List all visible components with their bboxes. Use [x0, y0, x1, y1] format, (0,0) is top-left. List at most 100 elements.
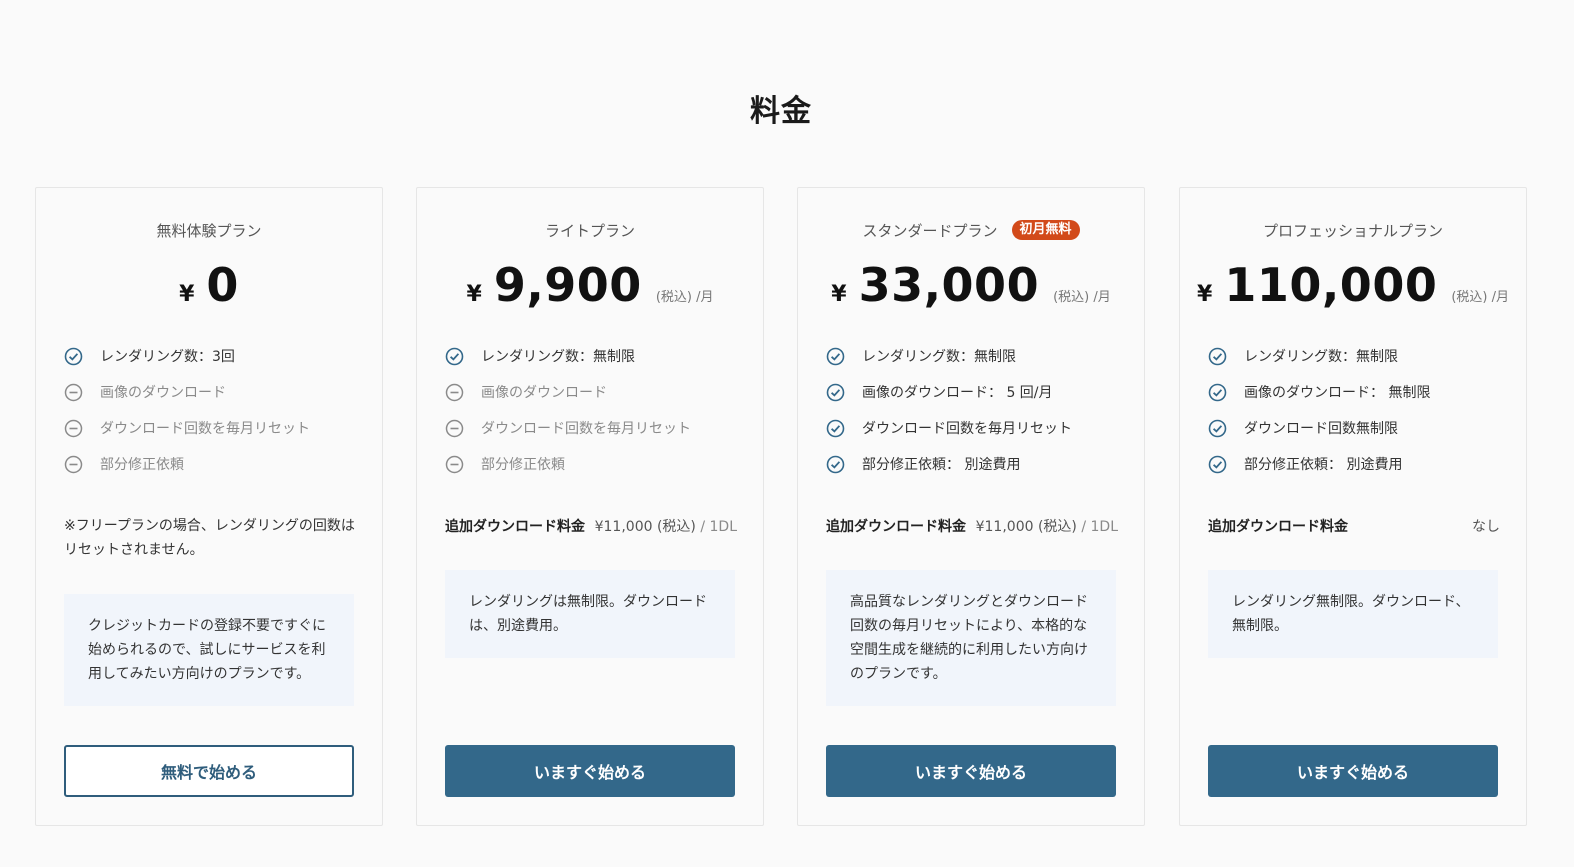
- plan-name: スタンダードプラン: [862, 221, 998, 240]
- tax-note: (税込) /月: [655, 290, 714, 305]
- feature-item: ダウンロード回数無制限: [1208, 410, 1430, 446]
- plan-header: スタンダードプラン 初月無料: [798, 218, 1144, 242]
- plan-header: 無料体験プラン: [36, 218, 382, 242]
- feature-text: 画像のダウンロード: [100, 385, 226, 401]
- plan-note: ※フリープランの場合、レンダリングの回数はリセットされません。: [64, 518, 355, 558]
- plan-description: レンダリング無制限。ダウンロード、無制限。: [1208, 570, 1498, 658]
- feature-list: レンダリング数：3回 画像のダウンロード ダウンロード回数を毎月リセット 部分修…: [64, 338, 310, 482]
- feature-text: レンダリング数：3回: [100, 349, 235, 365]
- plan-price: ¥ 0: [36, 258, 382, 312]
- start-professional-button[interactable]: いますぐ始める: [1208, 745, 1498, 797]
- check-circle-icon: [826, 455, 845, 474]
- addon-unit: / 1DL: [1076, 519, 1118, 535]
- additional-download-fee: 追加ダウンロード料金 ¥11,000 (税込) / 1DL: [445, 516, 737, 536]
- page-title: 料金: [750, 94, 812, 129]
- currency-symbol: ¥: [1197, 282, 1213, 307]
- feature-item: 画像のダウンロード： 5 回/月: [826, 374, 1072, 410]
- addon-label: 追加ダウンロード料金: [445, 519, 585, 535]
- minus-circle-icon: [445, 455, 464, 474]
- first-month-free-badge: 初月無料: [1011, 220, 1080, 240]
- plan-name: ライトプラン: [544, 221, 635, 240]
- feature-item: 部分修正依頼： 別途費用: [1208, 446, 1430, 482]
- addon-unit: / 1DL: [695, 519, 737, 535]
- price-amount: 110,000: [1224, 258, 1438, 312]
- addon-value: ¥11,000 (税込) / 1DL: [595, 516, 737, 536]
- minus-circle-icon: [445, 419, 464, 438]
- check-circle-icon: [826, 347, 845, 366]
- currency-symbol: ¥: [179, 282, 195, 307]
- tax-note: (税込) /月: [1053, 290, 1111, 305]
- check-circle-icon: [64, 347, 83, 366]
- feature-text: 部分修正依頼: [481, 457, 565, 473]
- feature-text: 部分修正依頼： 別途費用: [1244, 457, 1403, 473]
- addon-value: なし: [1472, 516, 1500, 536]
- feature-list: レンダリング数：無制限 画像のダウンロード ダウンロード回数を毎月リセット 部分…: [445, 338, 691, 482]
- tax-note: (税込) /月: [1451, 290, 1509, 305]
- check-circle-icon: [1208, 383, 1227, 402]
- plan-card-standard: スタンダードプラン 初月無料 ¥ 33,000 (税込) /月 レンダリング数：…: [797, 187, 1145, 826]
- feature-item: レンダリング数：無制限: [1208, 338, 1430, 374]
- feature-item: ダウンロード回数を毎月リセット: [826, 410, 1072, 446]
- feature-list: レンダリング数：無制限 画像のダウンロード： 無制限 ダウンロード回数無制限 部…: [1208, 338, 1430, 482]
- feature-item: 部分修正依頼: [64, 446, 310, 482]
- check-circle-icon: [826, 419, 845, 438]
- start-free-button[interactable]: 無料で始める: [64, 745, 354, 797]
- currency-symbol: ¥: [831, 282, 847, 307]
- check-circle-icon: [826, 383, 845, 402]
- plan-name: プロフェッショナルプラン: [1262, 221, 1443, 240]
- feature-text: 画像のダウンロード： 無制限: [1244, 385, 1431, 401]
- price-amount: 9,900: [493, 258, 642, 312]
- addon-value: ¥11,000 (税込) / 1DL: [976, 516, 1118, 536]
- check-circle-icon: [1208, 347, 1227, 366]
- feature-text: レンダリング数：無制限: [481, 349, 635, 365]
- plan-card-professional: プロフェッショナルプラン ¥ 110,000 (税込) /月 レンダリング数：無…: [1179, 187, 1527, 826]
- price-amount: 33,000: [858, 258, 1040, 312]
- plan-price: ¥ 33,000 (税込) /月: [798, 258, 1144, 312]
- feature-item: レンダリング数：無制限: [445, 338, 691, 374]
- plan-description: 高品質なレンダリングとダウンロード回数の毎月リセットにより、本格的な空間生成を継…: [826, 570, 1116, 706]
- addon-label: 追加ダウンロード料金: [1208, 519, 1348, 535]
- feature-text: ダウンロード回数を毎月リセット: [100, 421, 310, 437]
- feature-item: 画像のダウンロード： 無制限: [1208, 374, 1430, 410]
- minus-circle-icon: [64, 455, 83, 474]
- check-circle-icon: [445, 347, 464, 366]
- plan-name: 無料体験プラン: [156, 221, 262, 240]
- plan-description: レンダリングは無制限。ダウンロードは、別途費用。: [445, 570, 735, 658]
- feature-text: ダウンロード回数を毎月リセット: [481, 421, 691, 437]
- plan-card-light: ライトプラン ¥ 9,900 (税込) /月 レンダリング数：無制限 画像のダウ…: [416, 187, 764, 826]
- addon-price: ¥11,000 (税込): [975, 519, 1077, 535]
- plan-header: ライトプラン: [417, 218, 763, 242]
- feature-item: レンダリング数：3回: [64, 338, 310, 374]
- minus-circle-icon: [64, 383, 83, 402]
- plan-price: ¥ 110,000 (税込) /月: [1180, 258, 1526, 312]
- addon-price: ¥11,000 (税込): [594, 519, 696, 535]
- minus-circle-icon: [64, 419, 83, 438]
- feature-text: 画像のダウンロード： 5 回/月: [862, 385, 1053, 401]
- feature-item: レンダリング数：無制限: [826, 338, 1072, 374]
- additional-download-fee: 追加ダウンロード料金 なし: [1208, 516, 1500, 536]
- addon-label: 追加ダウンロード料金: [826, 519, 966, 535]
- feature-text: 部分修正依頼: [100, 457, 184, 473]
- feature-list: レンダリング数：無制限 画像のダウンロード： 5 回/月 ダウンロード回数を毎月…: [826, 338, 1072, 482]
- addon-price: なし: [1472, 519, 1500, 535]
- feature-text: 部分修正依頼： 別途費用: [862, 457, 1021, 473]
- currency-symbol: ¥: [466, 282, 482, 307]
- minus-circle-icon: [445, 383, 464, 402]
- additional-download-fee: 追加ダウンロード料金 ¥11,000 (税込) / 1DL: [826, 516, 1118, 536]
- feature-text: ダウンロード回数無制限: [1244, 421, 1398, 437]
- feature-item: 画像のダウンロード: [445, 374, 691, 410]
- feature-text: レンダリング数：無制限: [1244, 349, 1398, 365]
- feature-item: 部分修正依頼: [445, 446, 691, 482]
- plan-header: プロフェッショナルプラン: [1180, 218, 1526, 242]
- feature-item: 画像のダウンロード: [64, 374, 310, 410]
- feature-item: ダウンロード回数を毎月リセット: [445, 410, 691, 446]
- start-standard-button[interactable]: いますぐ始める: [826, 745, 1116, 797]
- feature-item: ダウンロード回数を毎月リセット: [64, 410, 310, 446]
- plan-card-free: 無料体験プラン ¥ 0 レンダリング数：3回 画像のダウンロード ダウンロード回…: [35, 187, 383, 826]
- check-circle-icon: [1208, 419, 1227, 438]
- feature-item: 部分修正依頼： 別途費用: [826, 446, 1072, 482]
- feature-text: 画像のダウンロード: [481, 385, 607, 401]
- check-circle-icon: [1208, 455, 1227, 474]
- start-light-button[interactable]: いますぐ始める: [445, 745, 735, 797]
- price-amount: 0: [206, 258, 239, 312]
